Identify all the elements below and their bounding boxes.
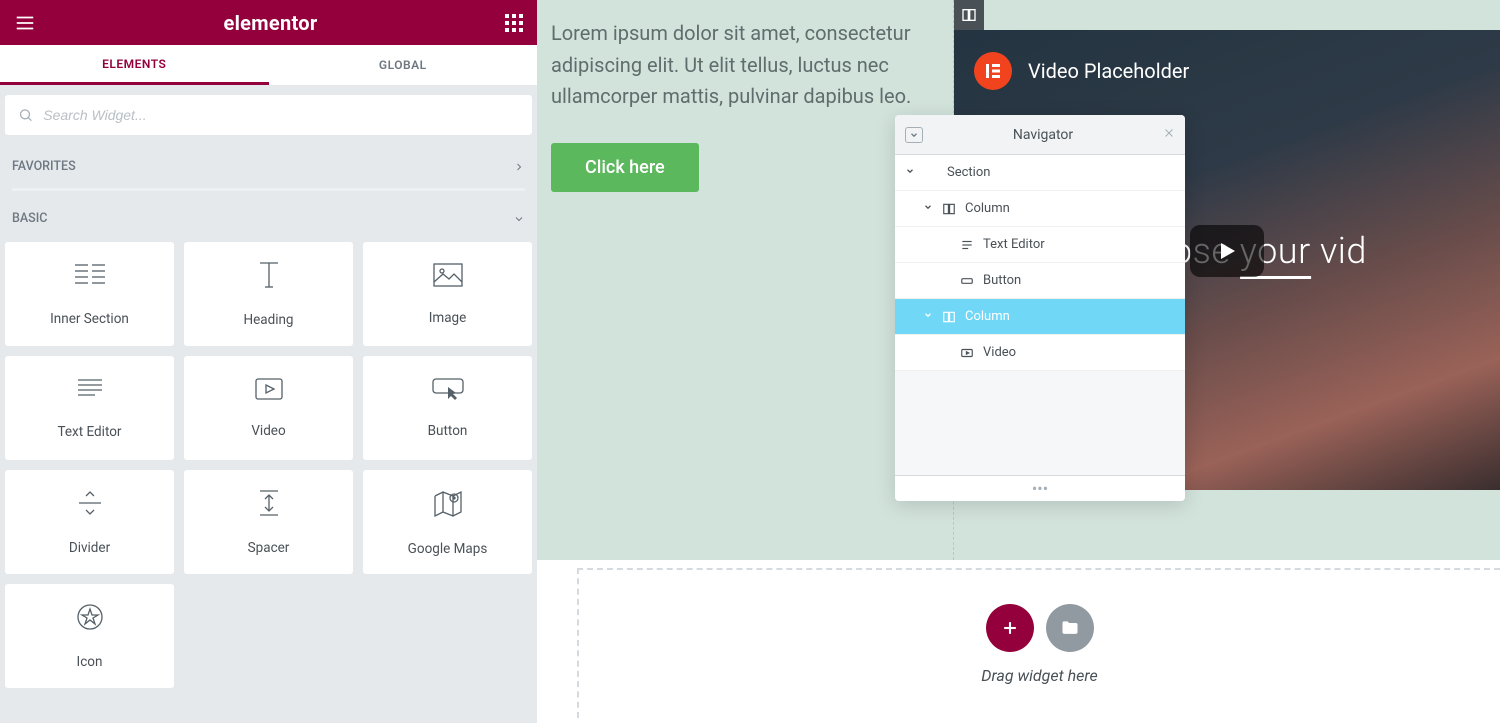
widget-icon	[75, 376, 105, 406]
widget-label: Button	[428, 423, 468, 439]
widget-icon	[432, 487, 464, 523]
widget-google-maps[interactable]: Google Maps	[363, 470, 532, 574]
widget-label: Image	[429, 310, 467, 326]
navigator-item-label: Button	[983, 273, 1021, 288]
navigator-item-column[interactable]: Column	[895, 299, 1185, 335]
widget-label: Inner Section	[50, 311, 129, 327]
widget-icon	[254, 377, 284, 405]
widget-divider[interactable]: Divider	[5, 470, 174, 574]
navigator-header[interactable]: Navigator	[895, 115, 1185, 155]
widget-label: Heading	[243, 312, 293, 328]
navigator-resize-handle[interactable]: •••	[895, 475, 1185, 501]
widget-spacer[interactable]: Spacer	[184, 470, 353, 574]
widget-text-editor[interactable]: Text Editor	[5, 356, 174, 460]
text-editor-content[interactable]: Lorem ipsum dolor sit amet, consectetur …	[551, 18, 931, 113]
search-widget[interactable]	[5, 95, 532, 135]
element-type-icon	[941, 310, 957, 324]
category-basic[interactable]: BASIC	[12, 205, 525, 232]
navigator-item-label: Column	[965, 201, 1010, 216]
navigator-item-section[interactable]: Section	[895, 155, 1185, 191]
brand-title: elementor	[223, 11, 317, 35]
widget-icon[interactable]: Icon	[5, 584, 174, 688]
navigator-item-column[interactable]: Column	[895, 191, 1185, 227]
widget-image[interactable]: Image	[363, 242, 532, 346]
chevron-down-icon	[923, 309, 933, 324]
column-handle-icon[interactable]	[954, 0, 984, 30]
navigator-item-text-editor[interactable]: Text Editor	[895, 227, 1185, 263]
widget-label: Icon	[77, 654, 103, 670]
element-type-icon	[941, 202, 957, 216]
widget-icon	[75, 488, 105, 522]
widget-label: Video	[251, 423, 285, 439]
drop-zone[interactable]: Drag widget here	[577, 568, 1500, 718]
widget-icon	[73, 261, 107, 293]
widget-label: Spacer	[248, 540, 290, 556]
panel-header: elementor	[0, 0, 537, 45]
chevron-down-icon	[513, 213, 525, 225]
widget-label: Google Maps	[408, 541, 488, 557]
widget-heading[interactable]: Heading	[184, 242, 353, 346]
add-section-button[interactable]	[986, 604, 1034, 652]
widget-icon	[256, 488, 282, 522]
drop-zone-label: Drag widget here	[981, 666, 1097, 685]
navigator-item-label: Section	[947, 165, 990, 180]
element-type-icon	[959, 238, 975, 252]
apps-icon[interactable]	[505, 14, 523, 32]
chevron-down-icon	[923, 201, 933, 216]
navigator-item-video[interactable]: Video	[895, 335, 1185, 371]
menu-icon[interactable]	[14, 12, 36, 34]
navigator-title: Navigator	[1013, 127, 1073, 143]
widget-video[interactable]: Video	[184, 356, 353, 460]
element-type-icon	[959, 274, 975, 288]
elementor-logo-icon	[974, 52, 1012, 90]
widget-icon	[432, 262, 464, 292]
widget-button[interactable]: Button	[363, 356, 532, 460]
play-icon[interactable]	[1190, 225, 1264, 277]
widget-icon	[254, 260, 284, 294]
navigator-toggle-icon[interactable]	[905, 127, 923, 143]
tab-elements[interactable]: ELEMENTS	[0, 45, 269, 85]
template-library-button[interactable]	[1046, 604, 1094, 652]
chevron-right-icon	[513, 161, 525, 173]
search-icon	[18, 107, 33, 123]
navigator-panel[interactable]: Navigator Section Column Text Editor Button…	[895, 115, 1185, 501]
widget-icon	[75, 602, 105, 636]
widget-icon	[431, 377, 465, 405]
navigator-item-label: Text Editor	[983, 237, 1045, 252]
navigator-item-button[interactable]: Button	[895, 263, 1185, 299]
navigator-item-label: Column	[965, 309, 1010, 324]
navigator-item-label: Video	[983, 345, 1016, 360]
chevron-down-icon	[905, 165, 915, 180]
category-favorites[interactable]: FAVORITES	[12, 153, 525, 191]
widget-label: Divider	[69, 540, 110, 556]
panel-tabs: ELEMENTS GLOBAL	[0, 45, 537, 85]
video-title: Video Placeholder	[1028, 59, 1189, 83]
elements-panel: elementor ELEMENTS GLOBAL FAVORITES BASI…	[0, 0, 537, 723]
element-type-icon	[959, 346, 975, 360]
category-basic-label: BASIC	[12, 211, 47, 226]
click-here-button[interactable]: Click here	[551, 143, 699, 192]
search-input[interactable]	[41, 106, 519, 124]
category-favorites-label: FAVORITES	[12, 159, 76, 174]
close-icon[interactable]	[1163, 127, 1175, 143]
widget-inner-section[interactable]: Inner Section	[5, 242, 174, 346]
tab-global[interactable]: GLOBAL	[269, 45, 538, 85]
widget-label: Text Editor	[57, 424, 121, 440]
column-text[interactable]: Lorem ipsum dolor sit amet, consectetur …	[551, 18, 931, 192]
